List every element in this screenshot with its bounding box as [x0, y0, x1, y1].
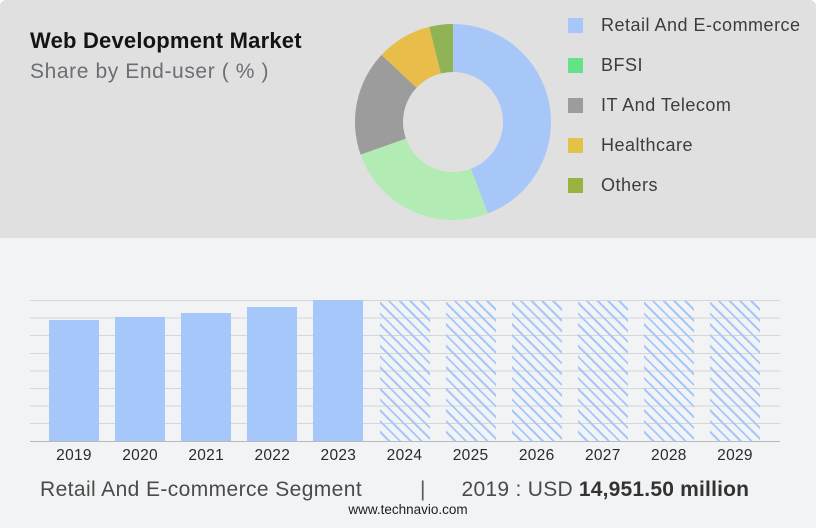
x-tick-label-2027: 2027 [585, 447, 621, 465]
bar-2028-forecast [644, 301, 694, 441]
x-tick-label-2019: 2019 [56, 447, 92, 465]
bar-2019 [49, 320, 99, 441]
legend-item-others: Others [568, 165, 801, 205]
legend-item-retail-and-e-commerce: Retail And E-commerce [568, 5, 801, 45]
value-prefix: 2019 : USD [461, 478, 573, 501]
bar-2027-forecast [578, 301, 628, 441]
legend-label: Healthcare [601, 135, 693, 156]
legend-item-it-and-telecom: IT And Telecom [568, 85, 801, 125]
bar-2024-forecast [380, 301, 430, 441]
website-url: www.technavio.com [0, 502, 816, 517]
donut-slice-bfsi [361, 139, 488, 220]
bar-2020 [115, 317, 165, 441]
x-tick-label-2021: 2021 [188, 447, 224, 465]
bar-2023 [313, 300, 363, 441]
bar-2021 [181, 313, 231, 441]
legend-label: BFSI [601, 55, 643, 76]
legend-label: Retail And E-commerce [601, 15, 801, 36]
x-tick-label-2026: 2026 [519, 447, 555, 465]
legend-label: IT And Telecom [601, 95, 731, 116]
x-tick-label-2023: 2023 [321, 447, 357, 465]
legend-swatch-icon [568, 178, 583, 193]
x-tick-label-2022: 2022 [254, 447, 290, 465]
legend-item-bfsi: BFSI [568, 45, 801, 85]
value-callout: | 2019 : USD 14,951.50 million [420, 478, 749, 502]
legend-swatch-icon [568, 98, 583, 113]
legend-item-healthcare: Healthcare [568, 125, 801, 165]
legend-label: Others [601, 175, 658, 196]
legend-swatch-icon [568, 18, 583, 33]
segment-label: Retail And E-commerce Segment [40, 478, 362, 502]
value-bold: 14,951.50 million [579, 478, 749, 501]
x-tick-label-2020: 2020 [122, 447, 158, 465]
bar-2022 [247, 307, 297, 441]
technavio-chart-page: Web Development Market Share by End-user… [0, 0, 816, 528]
x-tick-label-2028: 2028 [651, 447, 687, 465]
footer-separator: | [420, 478, 425, 501]
legend-swatch-icon [568, 58, 583, 73]
page-title: Web Development Market [30, 28, 302, 54]
x-tick-label-2025: 2025 [453, 447, 489, 465]
bar-chart-plot [30, 300, 780, 442]
header-panel: Web Development Market Share by End-user… [0, 0, 816, 238]
legend: Retail And E-commerce BFSI IT And Telecom H… [568, 5, 801, 205]
bar-2029-forecast [710, 301, 760, 441]
x-tick-label-2029: 2029 [717, 447, 753, 465]
bar-2026-forecast [512, 301, 562, 441]
bar-2025-forecast [446, 301, 496, 441]
donut-chart [355, 24, 551, 220]
page-subtitle: Share by End-user ( % ) [30, 60, 269, 84]
x-tick-label-2024: 2024 [387, 447, 423, 465]
legend-swatch-icon [568, 138, 583, 153]
